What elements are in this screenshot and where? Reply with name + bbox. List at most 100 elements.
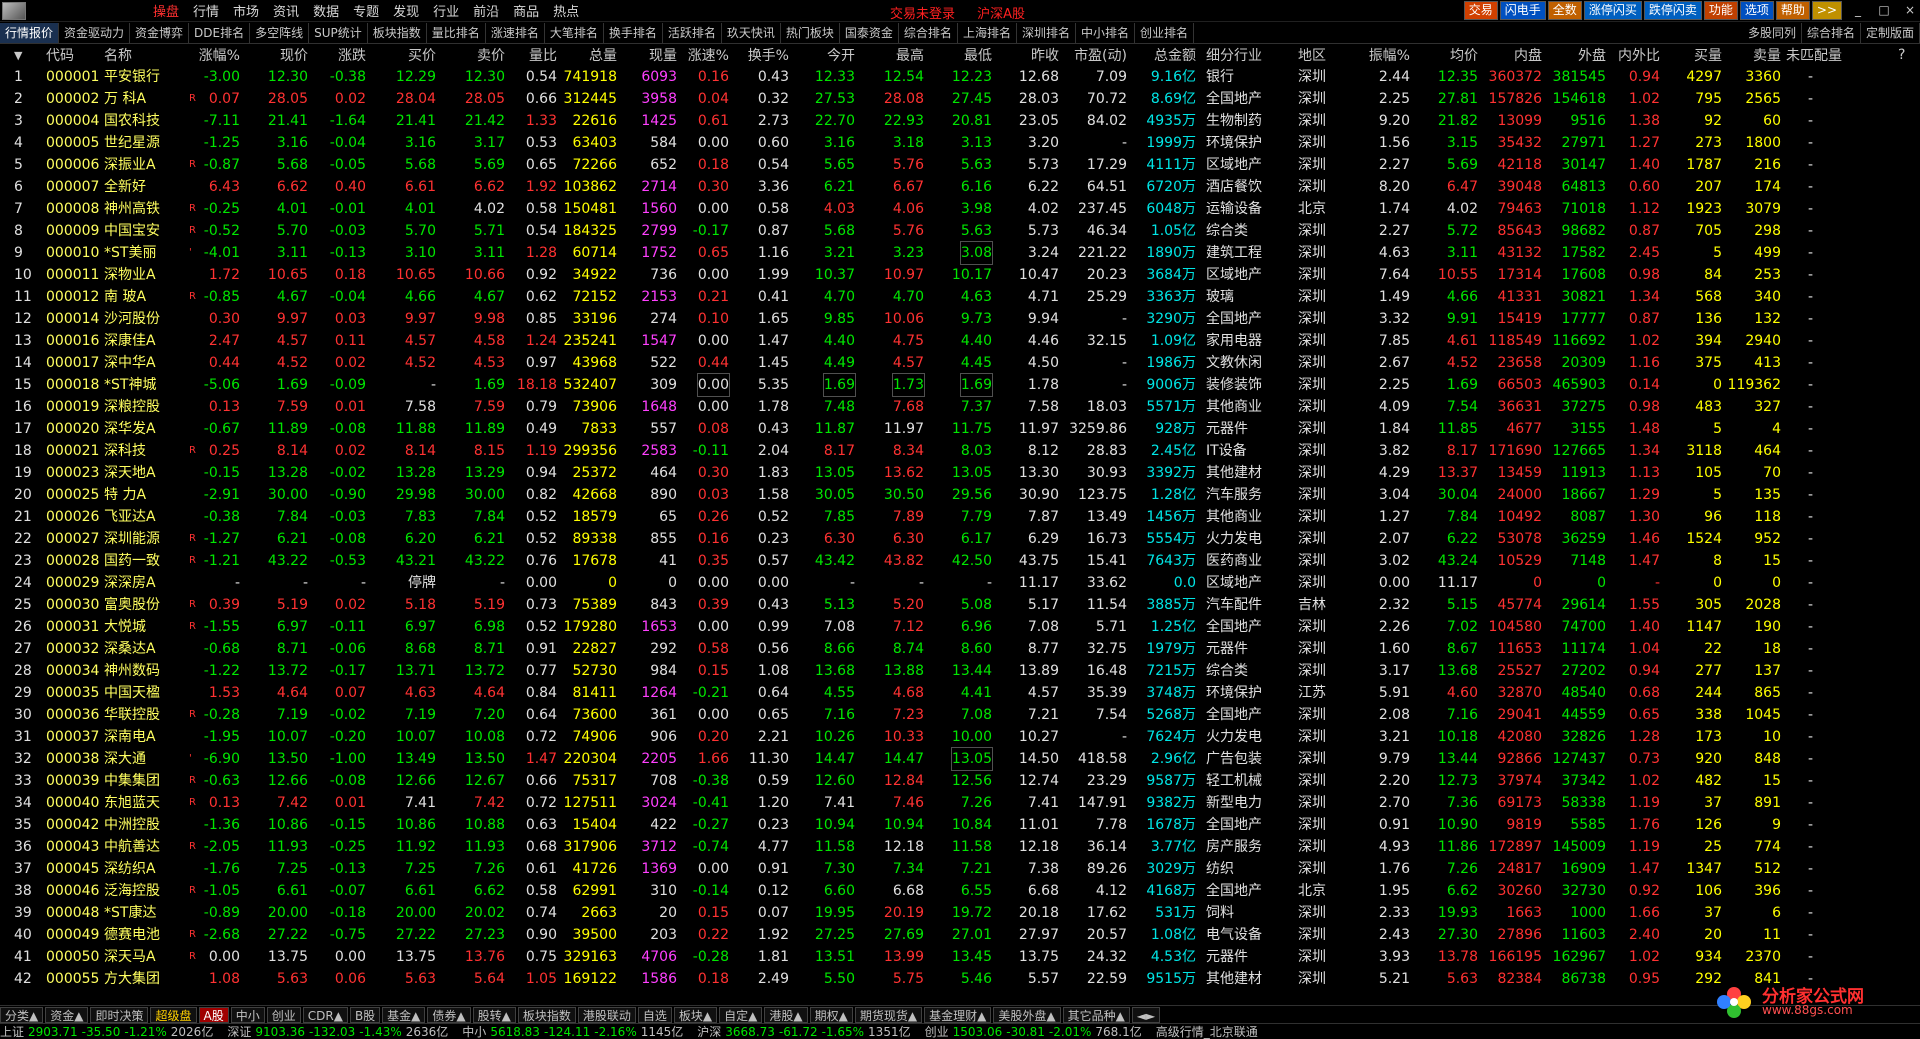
menu-item-8[interactable]: 前沿 xyxy=(466,1,506,20)
scroll-right-icon[interactable]: ◄► xyxy=(1131,1006,1161,1023)
header-col-16[interactable]: 市盈(动) xyxy=(1074,45,1127,65)
header-col-25[interactable]: 买量 xyxy=(1694,45,1722,65)
window-button-maximize[interactable]: □ xyxy=(1874,1,1894,20)
table-row[interactable]: 13 000016 深康佳A 2.47 4.57 0.11 4.57 4.58 1.24 2352… xyxy=(0,330,1920,352)
toolbar-button-4[interactable]: 跌停闪卖 xyxy=(1643,1,1702,20)
tab-8[interactable]: 涨速排名 xyxy=(486,22,545,43)
table-row[interactable]: 1 000001 平安银行 -3.00 12.30 -0.38 12.29 12.30 0.54… xyxy=(0,66,1920,88)
tab-5[interactable]: SUP统计 xyxy=(309,22,368,43)
table-row[interactable]: 6 000007 全新好 6.43 6.62 0.40 6.61 6.62 1.92 103862… xyxy=(0,176,1920,198)
index-1[interactable]: 深证 9103.36 -132.03 -1.43% 2636亿 xyxy=(227,1024,448,1039)
tab-6[interactable]: 板块指数 xyxy=(368,22,427,43)
header-col-5[interactable]: 买价 xyxy=(408,45,436,65)
category-tab-6[interactable]: 创业 xyxy=(266,1006,301,1023)
category-tab-22[interactable]: 其它品种▲ xyxy=(1062,1006,1130,1023)
header-col-14[interactable]: 最低 xyxy=(964,45,992,65)
table-row[interactable]: 5 000006 深振业A R -0.87 5.68 -0.05 5.68 5.69 0.65 72… xyxy=(0,154,1920,176)
toolbar-button-2[interactable]: 全数 xyxy=(1547,1,1582,20)
header-col-27[interactable]: 未匹配量 xyxy=(1786,45,1842,65)
toolbar-button-6[interactable]: 选项 xyxy=(1739,1,1774,20)
tab-right-1[interactable]: 综合排名 xyxy=(1802,22,1861,43)
header-col-4[interactable]: 涨跌 xyxy=(338,45,366,65)
table-row[interactable]: 32 000038 深大通 ' -6.90 13.50 -1.00 13.49 13.50 1.4… xyxy=(0,747,1920,771)
header-col-17[interactable]: 总金额 xyxy=(1154,45,1196,65)
table-row[interactable]: 19 000023 深天地A -0.15 13.28 -0.02 13.28 13.29 0.9… xyxy=(0,462,1920,484)
table-row[interactable]: 24 000029 深深房A - - - 停牌 -0.00 0 0 0.00 0.00- - -11.17… xyxy=(0,572,1920,594)
tab-19[interactable]: 创业排名 xyxy=(1135,22,1194,43)
table-row[interactable]: 34 000040 东旭蓝天 R 0.13 7.42 0.01 7.41 7.42 0.72 127… xyxy=(0,792,1920,814)
table-row[interactable]: 40 000049 德赛电池 R -2.68 27.22 -0.75 27.22 27.23 0.… xyxy=(0,924,1920,946)
table-row[interactable]: 14 000017 深中华A 0.44 4.52 0.02 4.52 4.53 0.97 4396… xyxy=(0,352,1920,374)
tab-12[interactable]: 玖天快讯 xyxy=(722,22,781,43)
category-tab-2[interactable]: 即时决策 xyxy=(90,1006,149,1023)
table-row[interactable]: 10 000011 深物业A 1.72 10.65 0.18 10.65 10.66 0.92 3… xyxy=(0,264,1920,286)
table-row[interactable]: 15 000018 *ST神城 -5.06 1.69 -0.09 - 1.69 18.18 532… xyxy=(0,373,1920,397)
category-tab-9[interactable]: 基金▲ xyxy=(382,1006,426,1023)
tab-14[interactable]: 国泰资金 xyxy=(840,22,899,43)
table-row[interactable]: 25 000030 富奥股份 R 0.39 5.19 0.02 5.18 5.19 0.73 753… xyxy=(0,594,1920,616)
window-button-close[interactable]: × xyxy=(1900,1,1920,20)
header-col-12[interactable]: 今开 xyxy=(827,45,855,65)
tab-right-2[interactable]: 定制版面 xyxy=(1861,22,1920,43)
category-tab-17[interactable]: 港股▲ xyxy=(764,1006,808,1023)
table-row[interactable]: 17 000020 深华发A -0.67 11.89 -0.08 11.88 11.89 0.4… xyxy=(0,418,1920,440)
category-tab-7[interactable]: CDR▲ xyxy=(302,1006,348,1023)
table-row[interactable]: 7 000008 神州高铁 R -0.25 4.01 -0.01 4.01 4.02 0.58 15… xyxy=(0,198,1920,220)
table-row[interactable]: 23 000028 国药一致 R -1.21 43.22 -0.53 43.21 43.22 0.… xyxy=(0,550,1920,572)
table-row[interactable]: 30 000036 华联控股 R -0.28 7.19 -0.02 7.19 7.20 0.64 7… xyxy=(0,704,1920,726)
table-row[interactable]: 28 000034 神州数码 -1.22 13.72 -0.17 13.71 13.72 0.7… xyxy=(0,660,1920,682)
menu-item-1[interactable]: 行情 xyxy=(186,1,226,20)
tab-0[interactable]: 行情报价 xyxy=(0,22,60,43)
header-col-9[interactable]: 现量 xyxy=(649,45,677,65)
category-tab-13[interactable]: 港股联动 xyxy=(577,1006,636,1023)
category-tab-10[interactable]: 债券▲ xyxy=(427,1006,471,1023)
toolbar-button-8[interactable]: >> xyxy=(1811,1,1842,20)
header-col-3[interactable]: 现价 xyxy=(280,45,308,65)
category-tab-20[interactable]: 基金理财▲ xyxy=(924,1006,992,1023)
header-col-0[interactable]: 代码 xyxy=(46,45,74,65)
menu-item-9[interactable]: 商品 xyxy=(506,1,546,20)
toolbar-button-5[interactable]: 功能 xyxy=(1703,1,1738,20)
menu-item-7[interactable]: 行业 xyxy=(426,1,466,20)
category-tab-0[interactable]: 分类▲ xyxy=(0,1006,44,1023)
header-col-11[interactable]: 换手% xyxy=(748,45,789,65)
category-tab-14[interactable]: 自选 xyxy=(637,1006,672,1023)
category-tab-11[interactable]: 股转▲ xyxy=(472,1006,516,1023)
header-col-7[interactable]: 量比 xyxy=(529,45,557,65)
category-tab-3[interactable]: 超级盘 xyxy=(150,1006,197,1023)
header-col-2[interactable]: 涨幅% xyxy=(199,45,240,65)
category-tab-1[interactable]: 资金▲ xyxy=(45,1006,89,1023)
tab-4[interactable]: 多空阵线 xyxy=(250,22,310,43)
category-tab-19[interactable]: 期货现货▲ xyxy=(854,1006,923,1023)
tab-13[interactable]: 热门板块 xyxy=(781,22,840,43)
table-row[interactable]: 22 000027 深圳能源 R -1.27 6.21 -0.08 6.20 6.21 0.52 8… xyxy=(0,528,1920,550)
help-icon[interactable]: ? xyxy=(1898,47,1905,63)
menu-item-3[interactable]: 资讯 xyxy=(266,1,306,20)
menu-item-6[interactable]: 发现 xyxy=(386,1,426,20)
tab-10[interactable]: 换手排名 xyxy=(604,22,663,43)
header-col-23[interactable]: 外盘 xyxy=(1578,45,1606,65)
table-row[interactable]: 26 000031 大悦城 R -1.55 6.97 -0.11 6.97 6.98 0.52 17… xyxy=(0,616,1920,638)
tab-9[interactable]: 大笔排名 xyxy=(545,22,604,43)
window-button-minimize[interactable]: _ xyxy=(1848,1,1868,20)
category-tab-4[interactable]: A股 xyxy=(198,1006,229,1023)
table-row[interactable]: 36 000043 中航善达 R -2.05 11.93 -0.25 11.92 11.93 0.… xyxy=(0,836,1920,858)
header-col-8[interactable]: 总量 xyxy=(589,45,617,65)
table-row[interactable]: 11 000012 南 玻A R -0.85 4.67 -0.04 4.66 4.67 0.62 7… xyxy=(0,286,1920,308)
table-row[interactable]: 21 000026 飞亚达A -0.38 7.84 -0.03 7.83 7.84 0.52 18… xyxy=(0,506,1920,528)
table-row[interactable]: 31 000037 深南电A -1.95 10.07 -0.20 10.07 10.08 0.7… xyxy=(0,726,1920,748)
index-3[interactable]: 沪深 3668.73 -61.72 -1.65% 1351亿 xyxy=(697,1024,910,1039)
tab-15[interactable]: 综合排名 xyxy=(899,22,958,43)
header-col-18[interactable]: 细分行业 xyxy=(1206,45,1262,65)
table-row[interactable]: 42 000055 方大集团 1.08 5.63 0.06 5.63 5.64 1.05 1691… xyxy=(0,968,1920,990)
menu-item-10[interactable]: 热点 xyxy=(546,1,586,20)
tab-3[interactable]: DDE排名 xyxy=(189,22,251,43)
category-tab-16[interactable]: 自定▲ xyxy=(719,1006,763,1023)
category-tab-5[interactable]: 中小 xyxy=(230,1006,265,1023)
table-row[interactable]: 33 000039 中集集团 R -0.63 12.66 -0.08 12.66 12.67 0.… xyxy=(0,770,1920,792)
table-row[interactable]: 9 000010 *ST美丽 ' -4.01 3.11 -0.13 3.10 3.11 1.28 6… xyxy=(0,241,1920,265)
table-row[interactable]: 4 000005 世纪星源 -1.25 3.16 -0.04 3.16 3.17 0.53 634… xyxy=(0,132,1920,154)
index-2[interactable]: 中小 5618.83 -124.11 -2.16% 1145亿 xyxy=(462,1024,683,1039)
header-col-1[interactable]: 名称 xyxy=(104,45,132,65)
tab-2[interactable]: 资金博弈 xyxy=(130,22,190,43)
